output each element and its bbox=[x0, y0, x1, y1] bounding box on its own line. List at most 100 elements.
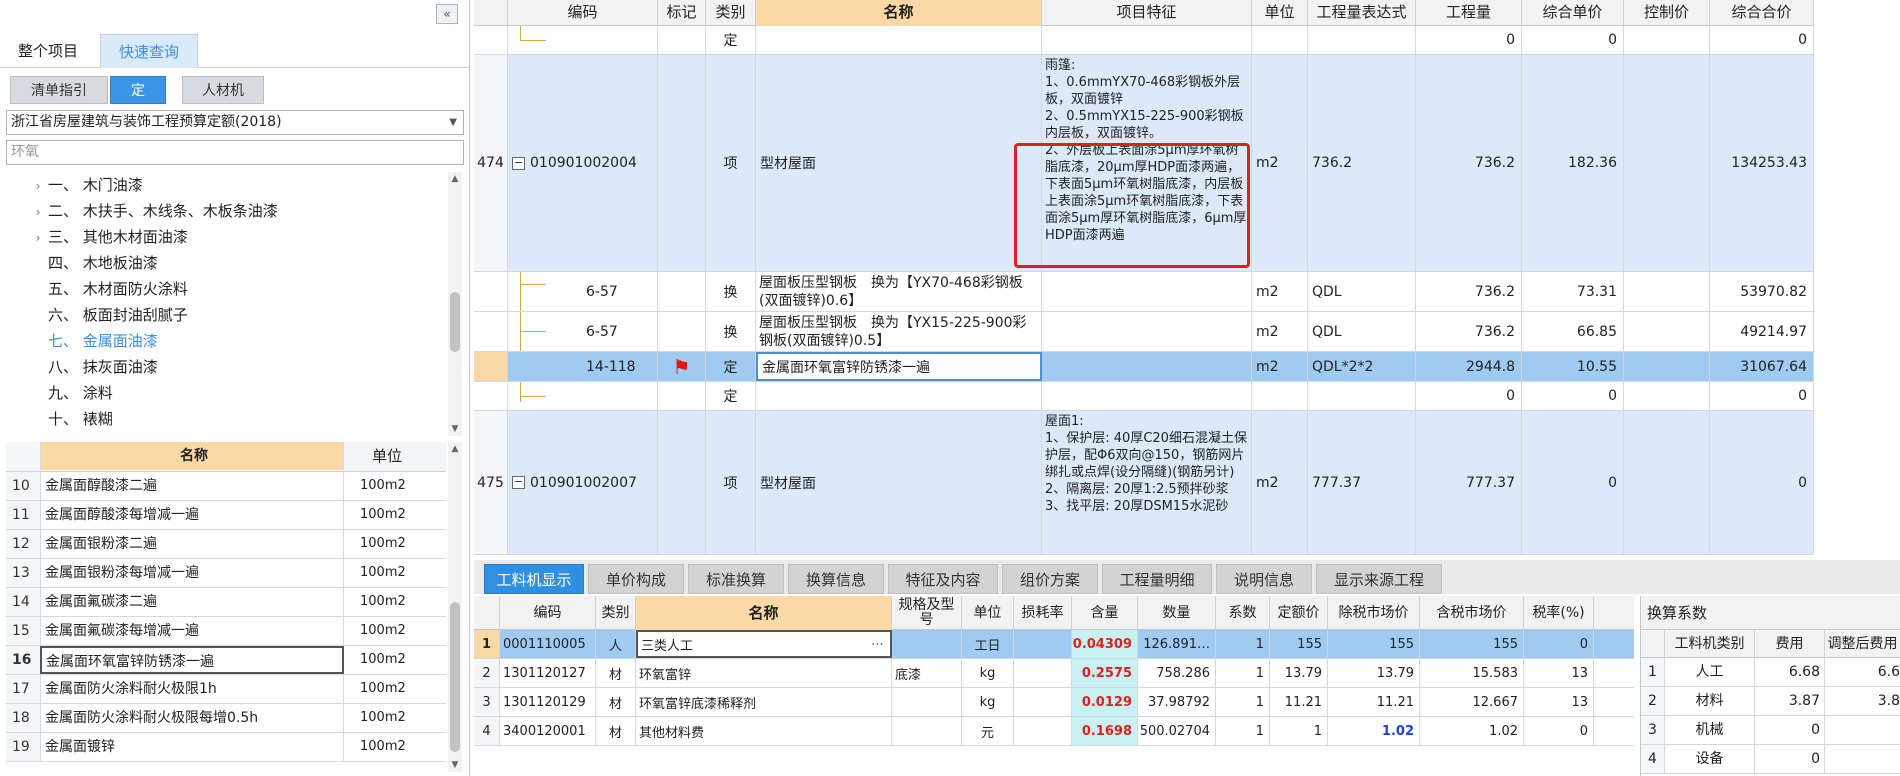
collapse-panel-icon[interactable]: « bbox=[436, 4, 458, 24]
column-header-unit-price: 综合单价 bbox=[1522, 0, 1624, 26]
item-feature-text[interactable]: 屋面1: 1、保护层: 40厚C20细石混凝土保护层，配Φ6双向@150，钢筋网… bbox=[1042, 411, 1252, 554]
chevron-right-icon[interactable]: › bbox=[28, 225, 48, 251]
left-panel: « 整个项目 快速查询 清单指引 定额 人材机 浙江省房屋建筑与装饰工程预算定额… bbox=[0, 0, 470, 776]
table-row[interactable]: 6-57 换 屋面板压型钢板 换为【YX15-225-900彩钢板(双面镀锌)0… bbox=[474, 312, 1814, 352]
tab-bill-guide[interactable]: 清单指引 bbox=[10, 76, 108, 104]
column-header-total: 综合合价 bbox=[1710, 0, 1814, 26]
tree-item[interactable]: 四、 木地板油漆 bbox=[48, 250, 158, 276]
column-header-quota-price: 定额价 bbox=[1270, 596, 1328, 630]
tab-quantity-detail[interactable]: 工程量明细 bbox=[1102, 564, 1212, 594]
grid-header: 工料机类别 费用 调整后费用 bbox=[1641, 630, 1900, 658]
column-header-unit: 单位 bbox=[962, 596, 1014, 630]
quota-library-select[interactable]: 浙江省房屋建筑与装饰工程预算定额(2018) ▼ bbox=[6, 110, 464, 135]
tab-quota[interactable]: 定额 bbox=[110, 76, 166, 127]
table-row[interactable]: 2 1301120127 材 环氧富锌 底漆 kg 0.2575 758.286… bbox=[474, 659, 1634, 688]
list-scrollbar[interactable]: ▲ ▼ bbox=[448, 442, 462, 772]
table-row-selected[interactable]: 14-118 ⚑ 定 金属面环氧富锌防锈漆一遍 m2 QDL*2*2 2944.… bbox=[474, 352, 1814, 382]
scroll-down-icon[interactable]: ▼ bbox=[448, 758, 462, 772]
tab-description[interactable]: 说明信息 bbox=[1216, 564, 1312, 594]
table-row[interactable]: 17 金属面防火涂料耐火极限1h 100m2 bbox=[6, 675, 446, 704]
highlight-annotation-box bbox=[1014, 143, 1250, 268]
column-header-mark: 标记 bbox=[658, 0, 706, 26]
tab-standard-conversion[interactable]: 标准换算 bbox=[688, 564, 784, 594]
scope-tabs: 整个项目 快速查询 bbox=[0, 32, 470, 68]
tab-pricing-plan[interactable]: 组价方案 bbox=[1002, 564, 1098, 594]
grid-header: 编码 类别 名称 规格及型号 单位 损耗率 含量 数量 系数 定额价 除税市场价… bbox=[474, 596, 1634, 630]
column-header-type: 类别 bbox=[706, 0, 756, 26]
name-edit-input[interactable]: 三类人工 ⋯ bbox=[636, 630, 892, 658]
column-header-content: 含量 bbox=[1072, 596, 1138, 630]
table-row-item[interactable]: 475 −010901002007 项 型材屋面 屋面1: 1、保护层: 40厚… bbox=[474, 411, 1814, 555]
tree-item[interactable]: › 二、 木扶手、木线条、木板条油漆 bbox=[28, 198, 278, 224]
column-header-expression: 工程量表达式 bbox=[1308, 0, 1416, 26]
table-row[interactable]: 3 1301120129 材 环氧富锌底漆稀释剂 kg 0.0129 37.98… bbox=[474, 688, 1634, 717]
column-header-feature: 项目特征 bbox=[1042, 0, 1252, 26]
table-row[interactable]: 6-57 换 屋面板压型钢板 换为【YX70-468彩钢板(双面镀锌)0.6】 … bbox=[474, 272, 1814, 312]
table-row[interactable]: 19 金属面镀锌 100m2 bbox=[6, 733, 446, 762]
column-header-code: 编码 bbox=[500, 596, 596, 630]
table-row[interactable]: 4 设备 0 bbox=[1641, 745, 1900, 774]
table-row[interactable]: 15 金属面氟碳漆每增减一遍 100m2 bbox=[6, 617, 446, 646]
collapse-icon[interactable]: − bbox=[512, 476, 525, 489]
column-header-unit: 单位 bbox=[372, 447, 403, 465]
table-row[interactable]: 定 0 0 0 bbox=[474, 382, 1814, 411]
tree-item[interactable]: › 三、 其他木材面油漆 bbox=[28, 224, 188, 250]
scroll-down-icon[interactable]: ▼ bbox=[448, 422, 462, 436]
table-row[interactable]: 11 金属面醇酸漆每增减一遍 100m2 bbox=[6, 501, 446, 530]
tab-features-content[interactable]: 特征及内容 bbox=[888, 564, 998, 594]
quota-chapter-tree: › 一、 木门油漆 › 二、 木扶手、木线条、木板条油漆 › 三、 其他木材面油漆 四… bbox=[6, 172, 446, 436]
tab-quick-query[interactable]: 快速查询 bbox=[100, 34, 199, 68]
tab-source-project[interactable]: 显示来源工程 bbox=[1316, 564, 1442, 594]
tree-item[interactable]: › 一、 木门油漆 bbox=[28, 172, 143, 198]
column-header-net-price: 除税市场价 bbox=[1328, 596, 1420, 630]
scroll-thumb[interactable] bbox=[450, 292, 460, 352]
search-input[interactable]: 环氧 bbox=[6, 140, 464, 165]
column-header-loss: 损耗率 bbox=[1014, 596, 1072, 630]
chevron-right-icon[interactable]: › bbox=[28, 173, 48, 199]
tree-item[interactable]: 十、 裱糊 bbox=[48, 406, 113, 432]
tree-item-selected[interactable]: 七、 金属面油漆 bbox=[48, 328, 158, 354]
table-row[interactable]: 4 3400120001 材 其他材料费 元 0.1698 500.02704 … bbox=[474, 717, 1634, 746]
more-options-icon[interactable]: ⋯ bbox=[871, 637, 890, 652]
column-header-type: 类别 bbox=[596, 596, 636, 630]
tree-item[interactable]: 六、 板面封油刮腻子 bbox=[48, 302, 188, 328]
table-row[interactable]: 定 0 0 0 bbox=[474, 26, 1814, 55]
tab-price-composition[interactable]: 单价构成 bbox=[588, 564, 684, 594]
quota-list-table: 名称 单位 10 金属面醇酸漆二遍 100m2 11 金属面醇酸漆每增减一遍 100m2… bbox=[6, 442, 446, 762]
tree-item[interactable]: 八、 抹灰面油漆 bbox=[48, 354, 158, 380]
table-row[interactable]: 2 材料 3.87 3.8 bbox=[1641, 687, 1900, 716]
material-grid: 编码 类别 名称 规格及型号 单位 损耗率 含量 数量 系数 定额价 除税市场价… bbox=[474, 596, 1634, 776]
table-row[interactable]: 1 人工 6.68 6.6 bbox=[1641, 658, 1900, 687]
column-header-quantity: 数量 bbox=[1138, 596, 1216, 630]
tree-scrollbar[interactable]: ▲ ▼ bbox=[448, 172, 462, 436]
scroll-up-icon[interactable]: ▲ bbox=[448, 442, 462, 456]
column-header-control-price: 控制价 bbox=[1624, 0, 1710, 26]
tab-whole-project[interactable]: 整个项目 bbox=[0, 34, 96, 68]
column-header-quantity: 工程量 bbox=[1416, 0, 1522, 26]
conversion-coefficient-panel: 换算系数 工料机类别 费用 调整后费用 1 人工 6.68 6.6 2 材料 3… bbox=[1640, 596, 1900, 776]
table-row-selected[interactable]: 16 金属面环氧富锌防锈漆一遍 100m2 bbox=[6, 646, 446, 675]
table-row[interactable]: 18 金属面防火涂料耐火极限每增0.5h 100m2 bbox=[6, 704, 446, 733]
chevron-right-icon[interactable]: › bbox=[28, 199, 48, 225]
tree-item[interactable]: 九、 涂料 bbox=[48, 380, 113, 406]
scroll-thumb[interactable] bbox=[450, 602, 460, 752]
column-header-code: 编码 bbox=[508, 0, 658, 26]
tab-conversion-info[interactable]: 换算信息 bbox=[788, 564, 884, 594]
column-header-tax-rate: 税率(%) bbox=[1524, 596, 1594, 630]
quota-library-value: 浙江省房屋建筑与装饰工程预算定额(2018) bbox=[11, 114, 282, 130]
table-row[interactable]: 3 机械 0 bbox=[1641, 716, 1900, 745]
tab-labor-material-machine[interactable]: 人材机 bbox=[182, 76, 264, 104]
table-row[interactable]: 14 金属面氟碳漆二遍 100m2 bbox=[6, 588, 446, 617]
detail-tabs: 工料机显示 单价构成 标准换算 换算信息 特征及内容 组价方案 工程量明细 说明… bbox=[474, 560, 1900, 594]
tab-material-display[interactable]: 工料机显示 bbox=[484, 564, 584, 594]
table-row[interactable]: 13 金属面银粉漆每增减一遍 100m2 bbox=[6, 559, 446, 588]
table-row[interactable]: 12 金属面银粉漆二遍 100m2 bbox=[6, 530, 446, 559]
scroll-up-icon[interactable]: ▲ bbox=[448, 172, 462, 186]
name-edit-input[interactable]: 金属面环氧富锌防锈漆一遍 bbox=[756, 352, 1042, 381]
collapse-icon[interactable]: − bbox=[512, 156, 525, 170]
tree-item[interactable]: 五、 木材面防火涂料 bbox=[48, 276, 188, 302]
table-row[interactable]: 10 金属面醇酸漆二遍 100m2 bbox=[6, 472, 446, 501]
column-header-gross-price: 含税市场价 bbox=[1420, 596, 1524, 630]
grid-header: 编码 标记 类别 名称 项目特征 单位 工程量表达式 工程量 综合单价 控制价 … bbox=[474, 0, 1814, 26]
table-row-selected[interactable]: 1 0001110005 人 三类人工 ⋯ 工日 0.04309 126.891…… bbox=[474, 630, 1634, 659]
